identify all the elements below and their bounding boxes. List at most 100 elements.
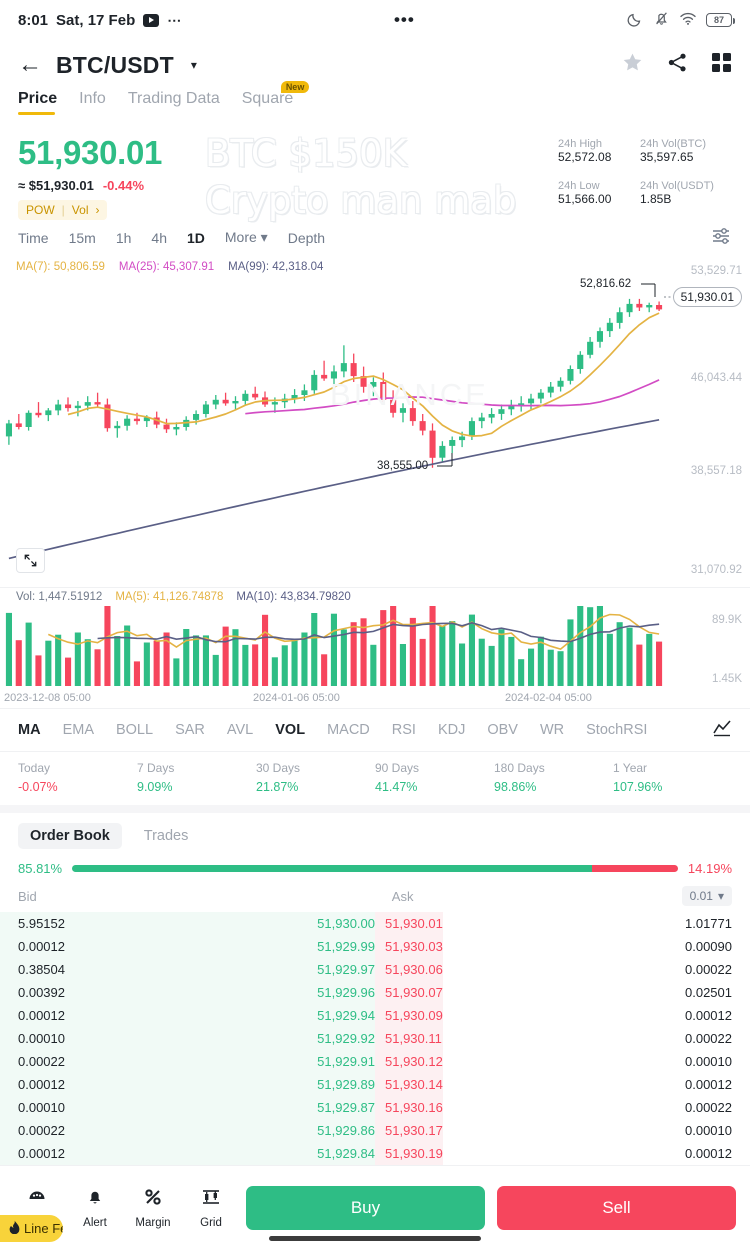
ma25-legend: MA(25): 45,307.91: [118, 261, 215, 273]
perf-7days: 7 Days 9.09%: [137, 761, 256, 794]
tick-size-selector[interactable]: 0.01 ▾: [681, 886, 732, 906]
quick-action-grid[interactable]: Grid: [188, 1187, 234, 1229]
fullscreen-icon[interactable]: [16, 548, 45, 573]
stat-24h-low: 24h Low 51,566.00: [558, 180, 632, 220]
chart-settings-icon[interactable]: [710, 226, 732, 249]
grid-icon[interactable]: [711, 52, 732, 78]
indicator-obv[interactable]: OBV: [487, 722, 518, 738]
orderbook-row[interactable]: 0.00012 51,929.84 51,930.19 0.00012: [0, 1142, 750, 1165]
ask-price: 51,930.09: [385, 1008, 443, 1023]
ask-quantity: 0.00012: [685, 1146, 732, 1161]
svg-text:BINANCE: BINANCE: [330, 377, 489, 412]
orderbook-row[interactable]: 0.00010 51,929.92 51,930.11 0.00022: [0, 1027, 750, 1050]
price-chart[interactable]: MA(7): 50,806.59 MA(25): 45,307.91 MA(99…: [0, 257, 750, 587]
interval-depth[interactable]: Depth: [288, 230, 325, 246]
back-button[interactable]: ←: [18, 51, 42, 79]
perf-180days: 180 Days 98.86%: [494, 761, 613, 794]
tab-trading-data[interactable]: Trading Data: [128, 90, 220, 115]
col-ask: Ask: [391, 888, 414, 904]
orderbook-row[interactable]: 0.38504 51,929.97 51,930.06 0.00022: [0, 958, 750, 981]
interval-1d[interactable]: 1D: [187, 230, 205, 246]
orderbook-row[interactable]: 0.00022 51,929.86 51,930.17 0.00010: [0, 1119, 750, 1142]
orderbook-row[interactable]: 0.00010 51,929.87 51,930.16 0.00022: [0, 1096, 750, 1119]
tab-info-label: Info: [79, 90, 106, 107]
indicator-vol[interactable]: VOL: [275, 722, 305, 738]
perf-90days-value: 41.47%: [375, 780, 418, 794]
ask-price: 51,930.03: [385, 939, 443, 954]
buy-button[interactable]: Buy: [246, 1186, 485, 1230]
orderbook-row[interactable]: 5.95152 51,930.00 51,930.01 1.01771: [0, 912, 750, 935]
bell-icon: [85, 1187, 105, 1212]
vol-value: Vol: 1,447.51912: [16, 591, 103, 603]
ask-quantity: 0.00022: [685, 962, 732, 977]
bid-quantity: 0.00010: [18, 1100, 65, 1115]
chart-high-label: 52,816.62: [580, 278, 632, 290]
orderbook-row[interactable]: 0.00012 51,929.94 51,930.09 0.00012: [0, 1004, 750, 1027]
sell-button[interactable]: Sell: [497, 1186, 736, 1230]
tab-square[interactable]: Square New: [242, 81, 310, 115]
page-title[interactable]: BTC/USDT: [56, 52, 174, 79]
indicator-rsi[interactable]: RSI: [392, 722, 416, 738]
stat-24h-vol-usdt-label: 24h Vol(USDT): [640, 180, 714, 192]
interval-more[interactable]: More ▾: [225, 229, 268, 246]
interval-15m[interactable]: 15m: [69, 230, 96, 246]
indicator-kdj[interactable]: KDJ: [438, 722, 465, 738]
orderbook-row[interactable]: 0.00392 51,929.96 51,930.07 0.02501: [0, 981, 750, 1004]
tab-order-book[interactable]: Order Book: [18, 823, 122, 849]
buy-ratio-label: 85.81%: [18, 861, 63, 876]
indicator-sar[interactable]: SAR: [175, 722, 205, 738]
time-label-1: 2024-01-06 05:00: [253, 692, 340, 704]
perf-1year-label: 1 Year: [613, 761, 648, 775]
orderbook-row[interactable]: 0.00012 51,929.99 51,930.03 0.00090: [0, 935, 750, 958]
orderbook-row[interactable]: 0.00012 51,929.89 51,930.14 0.00012: [0, 1073, 750, 1096]
tab-price[interactable]: Price: [18, 90, 57, 115]
bid-quantity: 0.00012: [18, 1077, 65, 1092]
share-icon[interactable]: [666, 51, 689, 79]
indicator-ema[interactable]: EMA: [63, 722, 94, 738]
indicator-boll[interactable]: BOLL: [116, 722, 153, 738]
tab-info[interactable]: Info: [79, 90, 106, 115]
ask-price: 51,930.19: [385, 1146, 443, 1161]
ask-price: 51,930.17: [385, 1123, 443, 1138]
bid-price: 51,929.84: [317, 1146, 375, 1161]
indicator-wr[interactable]: WR: [540, 722, 564, 738]
interval-time[interactable]: Time: [18, 230, 49, 246]
ratio-bar-sell: [591, 865, 678, 872]
bid-price: 51,929.92: [317, 1031, 375, 1046]
indicator-stochrsi[interactable]: StochRSI: [586, 722, 647, 738]
token-tags[interactable]: POW | Vol ›: [18, 200, 108, 220]
ask-price: 51,930.14: [385, 1077, 443, 1092]
perf-today-value: -0.07%: [18, 780, 58, 794]
indicator-avl[interactable]: AVL: [227, 722, 253, 738]
ask-quantity: 0.00012: [685, 1008, 732, 1023]
tab-trades[interactable]: Trades: [132, 823, 201, 849]
price-section: 51,930.01 ≈ $51,930.01 -0.44% POW | Vol …: [0, 126, 750, 222]
tag-pow: POW: [26, 203, 55, 217]
interval-1h[interactable]: 1h: [116, 230, 132, 246]
chart-low-label: 38,555.00: [377, 460, 429, 472]
flame-icon: [8, 1220, 21, 1237]
bid-price: 51,929.96: [317, 985, 375, 1000]
indicator-ma[interactable]: MA: [18, 722, 41, 738]
performance-row: Today -0.07% 7 Days 9.09% 30 Days 21.87%…: [0, 751, 750, 813]
tab-trading-data-label: Trading Data: [127, 90, 220, 107]
bid-price: 51,930.00: [317, 916, 375, 931]
line-fee-pill[interactable]: Line Fe: [0, 1215, 63, 1242]
perf-7days-value: 9.09%: [137, 780, 173, 794]
chevron-down-icon[interactable]: ▾: [191, 58, 197, 72]
ask-price: 51,930.12: [385, 1054, 443, 1069]
status-bar-center: •••: [182, 10, 627, 30]
interval-4h[interactable]: 4h: [151, 230, 167, 246]
orderbook-header: Bid Ask 0.01 ▾: [0, 884, 750, 912]
star-icon[interactable]: [621, 51, 644, 79]
app-header: ← BTC/USDT ▾: [0, 40, 750, 90]
line-chart-icon[interactable]: [712, 719, 732, 741]
stat-24h-low-label: 24h Low: [558, 180, 600, 192]
sell-ratio-label: 14.19%: [687, 861, 732, 876]
volume-chart[interactable]: Vol: 1,447.51912 MA(5): 41,126.74878 MA(…: [0, 587, 750, 692]
quick-action-alert[interactable]: Alert: [72, 1187, 118, 1229]
orderbook-row[interactable]: 0.00022 51,929.91 51,930.12 0.00010: [0, 1050, 750, 1073]
quick-action-margin[interactable]: Margin: [130, 1187, 176, 1229]
buy-sell-ratio: 85.81% 14.19%: [0, 857, 750, 884]
indicator-macd[interactable]: MACD: [327, 722, 370, 738]
